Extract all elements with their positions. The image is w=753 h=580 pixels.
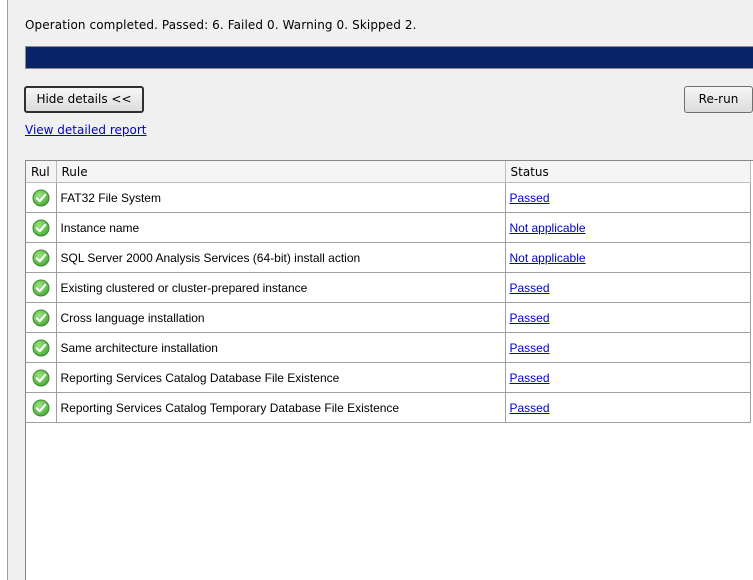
rule-name-cell: Reporting Services Catalog Database File… <box>56 362 506 393</box>
rules-grid: Rul Rule Status FAT32 File System Passed I… <box>25 160 753 580</box>
rules-table: Rul Rule Status FAT32 File System Passed I… <box>26 161 751 423</box>
progress-fill <box>26 47 753 68</box>
rule-status-link[interactable]: Passed <box>510 371 550 385</box>
rule-name-cell: Existing clustered or cluster-prepared i… <box>56 272 506 303</box>
rule-name-cell: Same architecture installation <box>56 332 506 363</box>
rule-name-cell: SQL Server 2000 Analysis Services (64-bi… <box>56 242 506 273</box>
column-header-status[interactable]: Status <box>505 161 751 183</box>
rule-status-cell: Passed <box>505 182 751 213</box>
table-header-row: Rul Rule Status <box>26 161 751 183</box>
rule-status-link[interactable]: Passed <box>510 401 550 415</box>
rule-status-cell: Passed <box>505 362 751 393</box>
column-header-rule-icon[interactable]: Rul <box>26 161 57 183</box>
rule-status-icon-cell <box>26 362 57 393</box>
column-header-rule[interactable]: Rule <box>56 161 506 183</box>
rule-status-cell: Passed <box>505 332 751 363</box>
table-row[interactable]: Cross language installation Passed <box>26 302 751 333</box>
rule-status-icon-cell <box>26 242 57 273</box>
rule-status-cell: Not applicable <box>505 212 751 243</box>
rule-status-icon-cell <box>26 332 57 363</box>
passed-check-icon <box>32 339 50 356</box>
table-row[interactable]: Same architecture installation Passed <box>26 332 751 363</box>
rule-name-cell: FAT32 File System <box>56 182 506 213</box>
rule-status-link[interactable]: Passed <box>510 311 550 325</box>
table-row[interactable]: Reporting Services Catalog Database File… <box>26 362 751 393</box>
rule-status-link[interactable]: Not applicable <box>510 221 586 235</box>
rule-status-icon-cell <box>26 392 57 423</box>
rule-name-cell: Reporting Services Catalog Temporary Dat… <box>56 392 506 423</box>
passed-check-icon <box>32 309 50 326</box>
rule-status-link[interactable]: Passed <box>510 191 550 205</box>
rule-status-link[interactable]: Passed <box>510 281 550 295</box>
progress-bar <box>25 46 753 69</box>
rerun-button[interactable]: Re-run <box>684 86 753 113</box>
passed-check-icon <box>32 219 50 236</box>
rule-status-icon-cell <box>26 302 57 333</box>
table-row[interactable]: Existing clustered or cluster-prepared i… <box>26 272 751 303</box>
table-row[interactable]: Instance name Not applicable <box>26 212 751 243</box>
rule-status-cell: Passed <box>505 272 751 303</box>
rule-status-icon-cell <box>26 182 57 213</box>
passed-check-icon <box>32 279 50 296</box>
rule-status-cell: Passed <box>505 302 751 333</box>
passed-check-icon <box>32 399 50 416</box>
view-detailed-report-link[interactable]: View detailed report <box>25 123 146 137</box>
rule-status-cell: Passed <box>505 392 751 423</box>
passed-check-icon <box>32 249 50 266</box>
table-row[interactable]: FAT32 File System Passed <box>26 182 751 213</box>
rules-table-body: FAT32 File System Passed Instance name Not … <box>26 182 751 423</box>
rule-name-cell: Cross language installation <box>56 302 506 333</box>
rule-status-link[interactable]: Passed <box>510 341 550 355</box>
hide-details-button[interactable]: Hide details << <box>24 86 144 113</box>
setup-dialog-panel: Operation completed. Passed: 6. Failed 0… <box>7 0 753 580</box>
passed-check-icon <box>32 369 50 386</box>
rule-name-cell: Instance name <box>56 212 506 243</box>
table-row[interactable]: Reporting Services Catalog Temporary Dat… <box>26 392 751 423</box>
rule-status-cell: Not applicable <box>505 242 751 273</box>
rule-status-icon-cell <box>26 272 57 303</box>
passed-check-icon <box>32 189 50 206</box>
rule-status-link[interactable]: Not applicable <box>510 251 586 265</box>
operation-summary: Operation completed. Passed: 6. Failed 0… <box>25 18 417 32</box>
rule-status-icon-cell <box>26 212 57 243</box>
table-row[interactable]: SQL Server 2000 Analysis Services (64-bi… <box>26 242 751 273</box>
